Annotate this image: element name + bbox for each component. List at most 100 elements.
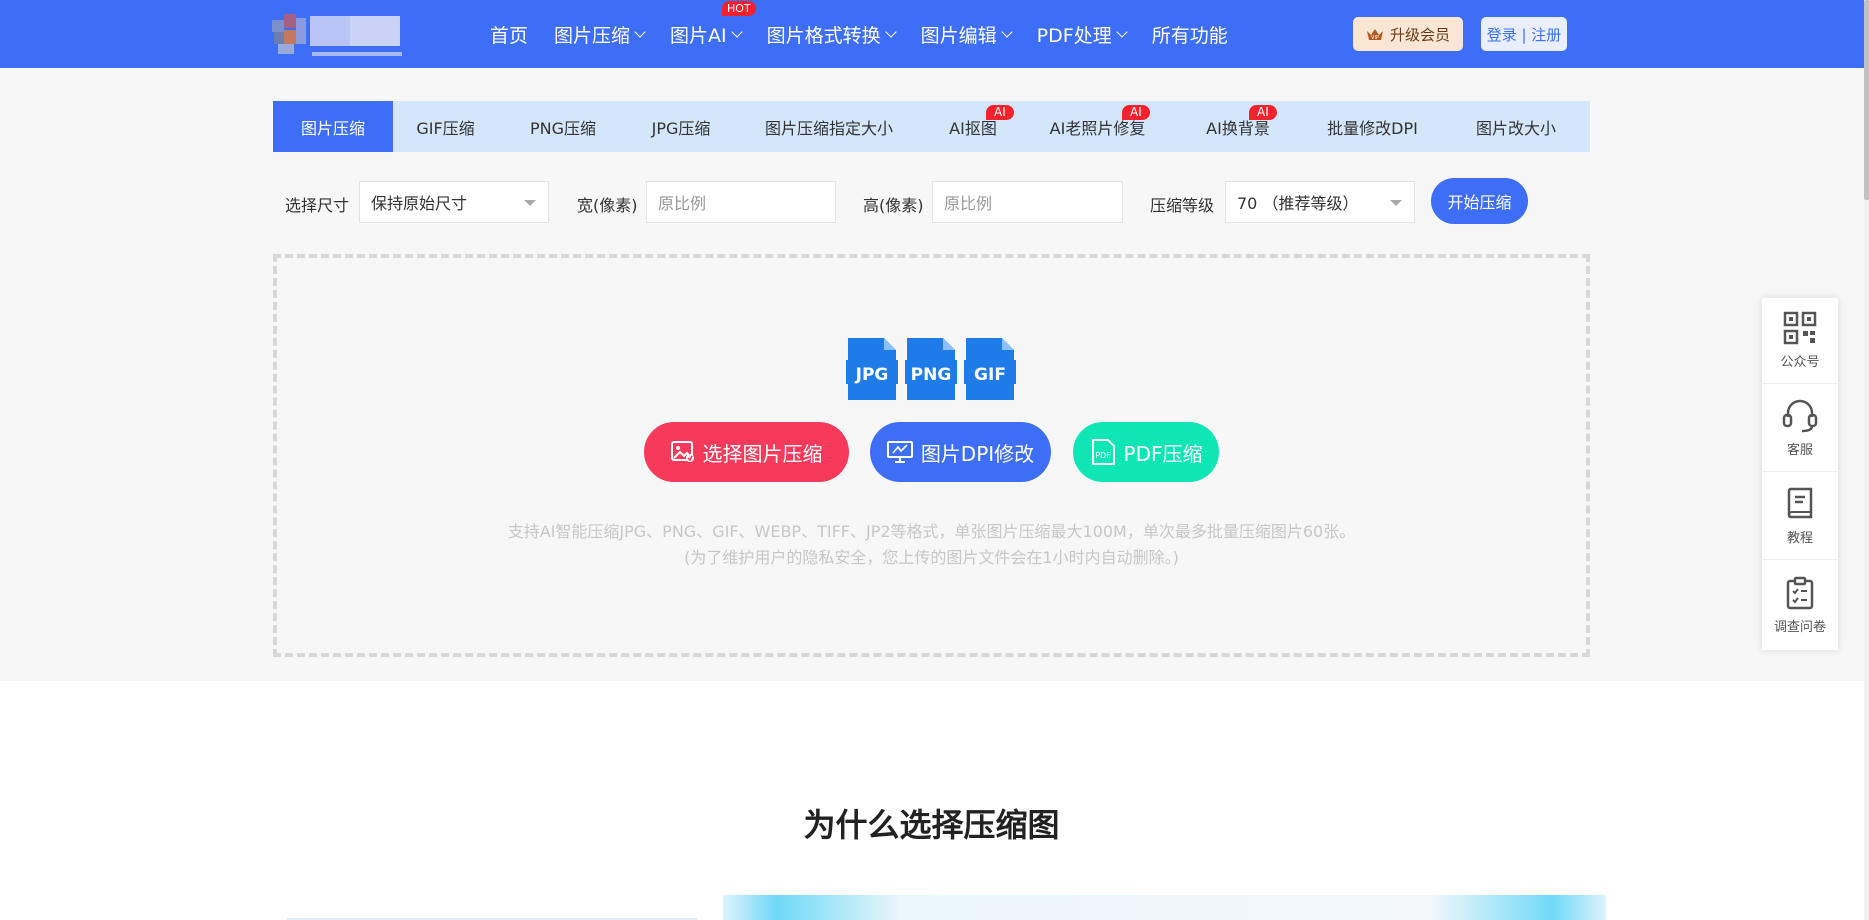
select-image-compress-label: 选择图片压缩	[702, 441, 823, 466]
tab-image-compress[interactable]: 图片压缩	[273, 101, 393, 152]
width-input[interactable]: 原比例	[646, 181, 836, 223]
select-image-compress-button[interactable]: 选择图片压缩	[644, 422, 849, 482]
side-item-official-account[interactable]: 公众号	[1762, 298, 1838, 384]
nav-image-edit[interactable]: 图片编辑	[920, 21, 1013, 48]
height-input[interactable]: 原比例	[932, 181, 1123, 223]
hot-badge: HOT	[722, 0, 756, 16]
nav-image-ai-label: 图片AI	[670, 24, 727, 47]
nav-format-convert[interactable]: 图片格式转换	[766, 21, 897, 48]
size-select-value: 保持原始尺寸	[371, 194, 468, 213]
ai-badge: AI	[1249, 105, 1277, 120]
dropdown-arrow-icon	[1390, 200, 1402, 206]
image-dpi-button[interactable]: 图片DPI修改	[870, 422, 1051, 482]
nav-image-compress[interactable]: 图片压缩	[554, 21, 646, 48]
nav-format-convert-label: 图片格式转换	[766, 24, 881, 47]
nav-all-features[interactable]: 所有功能	[1152, 21, 1228, 48]
start-compress-label: 开始压缩	[1447, 193, 1512, 212]
nav-home-label: 首页	[490, 24, 529, 47]
size-label: 选择尺寸	[285, 196, 350, 215]
feature-image	[723, 895, 1606, 920]
tab-label: 批量修改DPI	[1327, 118, 1418, 138]
nav-all-features-label: 所有功能	[1151, 24, 1228, 47]
qrcode-icon	[1783, 311, 1817, 345]
width-label: 宽(像素)	[577, 196, 638, 215]
file-type-icons: JPG PNG GIF	[846, 338, 1016, 400]
pdf-icon: PDF	[1091, 439, 1115, 465]
book-icon	[1787, 487, 1813, 519]
tab-label: GIF压缩	[416, 118, 475, 138]
dropdown-arrow-icon	[524, 200, 536, 206]
tool-tabs: 图片压缩 GIF压缩 PNG压缩 JPG压缩 图片压缩指定大小 AI抠图 AI A…	[273, 101, 1590, 152]
monitor-icon	[886, 441, 913, 463]
ai-badge: AI	[986, 105, 1014, 120]
gif-file-icon: GIF	[964, 338, 1016, 400]
crown-icon: VIP	[1366, 29, 1383, 41]
nav-pdf-label: PDF处理	[1036, 24, 1112, 47]
chevron-down-icon	[884, 25, 897, 38]
chevron-down-icon	[1001, 25, 1013, 38]
side-item-label: 教程	[1786, 531, 1813, 546]
nav-image-edit-label: 图片编辑	[920, 24, 997, 47]
tab-ai-background[interactable]: AI换背景 AI	[1173, 101, 1303, 152]
pdf-compress-label: PDF压缩	[1123, 441, 1203, 466]
nav-home[interactable]: 首页	[490, 21, 528, 48]
tab-png-compress[interactable]: PNG压缩	[498, 101, 628, 152]
width-placeholder: 原比例	[658, 194, 707, 213]
compress-level-select[interactable]: 70 （推荐等级）	[1225, 181, 1415, 223]
nav-image-compress-label: 图片压缩	[554, 24, 631, 47]
tab-gif-compress[interactable]: GIF压缩	[393, 101, 498, 152]
chevron-down-icon	[634, 25, 646, 38]
png-file-icon: PNG	[905, 338, 957, 400]
side-item-label: 公众号	[1780, 355, 1820, 370]
scrollbar-thumb[interactable]	[1864, 0, 1869, 200]
nav-pdf[interactable]: PDF处理	[1036, 21, 1128, 48]
top-header: 首页 图片压缩 图片AI HOT 图片格式转换 图片编辑 PDF处理 所有功能 V…	[0, 0, 1864, 68]
pdf-icon-text: PDF	[1095, 451, 1111, 460]
height-placeholder: 原比例	[944, 194, 993, 213]
tab-label: JPG压缩	[651, 118, 711, 138]
side-item-label: 调查问卷	[1773, 619, 1826, 635]
upload-info-text: 支持AI智能压缩JPG、PNG、GIF、WEBP、TIFF、JP2等格式，单张图…	[507, 522, 1356, 541]
tab-batch-dpi[interactable]: 批量修改DPI	[1303, 101, 1442, 152]
tab-compress-to-size[interactable]: 图片压缩指定大小	[734, 101, 924, 152]
ai-badge: AI	[1122, 105, 1150, 120]
tab-ai-cutout[interactable]: AI抠图 AI	[924, 101, 1022, 152]
tab-label: 图片压缩	[300, 118, 365, 138]
size-select[interactable]: 保持原始尺寸	[359, 181, 549, 223]
tab-label: 图片改大小	[1475, 118, 1556, 138]
chevron-down-icon	[730, 25, 743, 38]
side-item-tutorial[interactable]: 教程	[1762, 474, 1838, 560]
png-label: PNG	[911, 365, 952, 385]
jpg-file-icon: JPG	[846, 338, 898, 400]
tab-label: 图片压缩指定大小	[764, 118, 893, 138]
site-logo[interactable]	[272, 12, 442, 62]
upgrade-vip-label: 升级会员	[1389, 25, 1450, 44]
clipboard-icon	[1786, 576, 1814, 609]
side-item-customer-service[interactable]: 客服	[1762, 386, 1838, 472]
compress-level-value: 70 （推荐等级）	[1237, 194, 1359, 213]
tab-resize-image[interactable]: 图片改大小	[1442, 101, 1590, 152]
headset-icon	[1782, 399, 1818, 433]
side-item-label: 客服	[1786, 443, 1813, 458]
gif-label: GIF	[974, 365, 1006, 385]
chevron-down-icon	[1116, 25, 1128, 38]
side-item-survey[interactable]: 调查问卷	[1762, 562, 1838, 648]
floating-sidebar: 公众号 客服 教程 调查问卷	[1762, 298, 1838, 650]
height-label: 高(像素)	[863, 196, 924, 215]
why-section-title: 为什么选择压缩图	[803, 806, 1060, 844]
jpg-label: JPG	[855, 365, 889, 385]
login-register-label: 登录 | 注册	[1486, 25, 1562, 44]
upgrade-vip-button[interactable]: VIP 升级会员	[1353, 17, 1463, 51]
image-dpi-label: 图片DPI修改	[920, 441, 1035, 466]
login-register-button[interactable]: 登录 | 注册	[1481, 17, 1567, 51]
tab-jpg-compress[interactable]: JPG压缩	[628, 101, 734, 152]
nav-image-ai[interactable]: 图片AI HOT	[670, 0, 756, 48]
privacy-notice-text: (为了维护用户的隐私安全，您上传的图片文件会在1小时内自动删除。)	[684, 548, 1179, 567]
image-icon	[670, 441, 694, 462]
start-compress-button[interactable]: 开始压缩	[1431, 178, 1528, 224]
level-label: 压缩等级	[1150, 196, 1215, 215]
pdf-compress-button[interactable]: PDF PDF压缩	[1073, 422, 1219, 482]
tab-label: PNG压缩	[529, 118, 597, 138]
tab-ai-photo-restore[interactable]: AI老照片修复 AI	[1022, 101, 1173, 152]
main-nav: 首页 图片压缩 图片AI HOT 图片格式转换 图片编辑 PDF处理 所有功能	[490, 0, 1254, 68]
